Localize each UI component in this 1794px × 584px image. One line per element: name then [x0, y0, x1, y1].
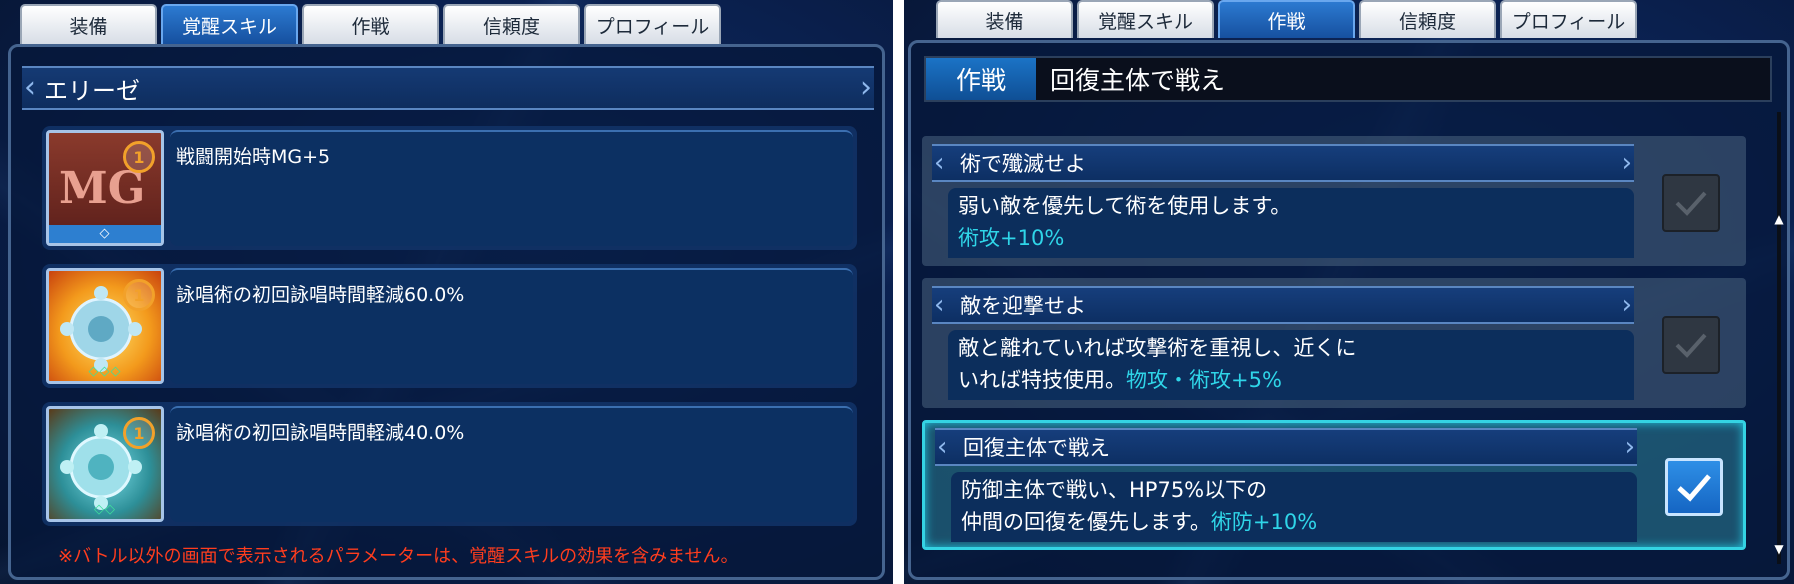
- level-badge: 1: [123, 279, 155, 311]
- skill-row: 1 ◇◇ 詠唱術の初回詠唱時間軽減40.0%: [42, 402, 857, 526]
- character-name-bar[interactable]: ‹ エリーゼ ›: [22, 66, 874, 110]
- skill-description: 詠唱術の初回詠唱時間軽減60.0%: [170, 268, 853, 384]
- tab-awakening-skill[interactable]: 覚醒スキル: [161, 4, 298, 44]
- awakening-skill-panel: 装備 覚醒スキル 作戦 信頼度 プロフィール ‹ エリーゼ › MG 1 ◇ 戦…: [0, 0, 893, 584]
- tab-strategy[interactable]: 作戦: [1218, 0, 1355, 38]
- chevron-left-icon: ‹: [937, 432, 948, 462]
- strategy-value: 回復主体で戦え: [1050, 66, 1226, 95]
- strategy-option[interactable]: ‹ 術で殲滅せよ › 弱い敵を優先して術を使用します。 術攻+10%: [922, 136, 1746, 266]
- skill-row: MG 1 ◇ 戦闘開始時MG+5: [42, 126, 857, 250]
- option-desc-line: 敵と離れていれば攻撃術を重視し、近くに: [958, 336, 1357, 360]
- scroll-track: [1777, 112, 1781, 564]
- level-badge: 1: [123, 417, 155, 449]
- option-description: 弱い敵を優先して術を使用します。 術攻+10%: [948, 188, 1634, 258]
- chevron-right-icon: ›: [1621, 148, 1632, 178]
- option-title-text: 敵を迎撃せよ: [960, 294, 1086, 318]
- current-strategy-bar: 作戦 回復主体で戦え: [924, 56, 1772, 102]
- option-desc-line: 弱い敵を優先して術を使用します。: [958, 194, 1292, 218]
- tab-equipment[interactable]: 装備: [20, 4, 157, 44]
- tab-profile[interactable]: プロフィール: [584, 4, 721, 44]
- strategy-panel: 装備 覚醒スキル 作戦 信頼度 プロフィール 作戦 回復主体で戦え ‹ 術で殲滅…: [904, 0, 1794, 584]
- tab-trust[interactable]: 信頼度: [443, 4, 580, 44]
- option-title: ‹ 術で殲滅せよ ›: [932, 144, 1634, 182]
- option-title-text: 回復主体で戦え: [963, 436, 1110, 460]
- tab-profile[interactable]: プロフィール: [1500, 0, 1637, 38]
- skill-description: 戦闘開始時MG+5: [170, 130, 853, 246]
- strategy-label: 作戦: [926, 58, 1036, 100]
- chevron-left-icon[interactable]: ‹: [24, 73, 36, 103]
- rank-gems: ◇: [99, 226, 111, 241]
- chevron-right-icon: ›: [1624, 432, 1635, 462]
- option-desc-line: 仲間の回復を優先します。: [961, 510, 1211, 534]
- option-desc-line: いれば特技使用。: [958, 368, 1126, 392]
- level-badge: 1: [123, 141, 155, 173]
- tab-strategy[interactable]: 作戦: [302, 4, 439, 44]
- skill-description: 詠唱術の初回詠唱時間軽減40.0%: [170, 406, 853, 522]
- scroll-up-icon[interactable]: ▲: [1772, 212, 1786, 232]
- option-checkbox[interactable]: [1665, 458, 1723, 516]
- scroll-down-icon[interactable]: ▼: [1772, 542, 1786, 562]
- awakening-notice: ※バトル以外の画面で表示されるパラメーターは、覚醒スキルの効果を含みません。: [58, 546, 739, 567]
- strategy-option-selected[interactable]: ‹ 回復主体で戦え › 防御主体で戦い、HP75%以下の 仲間の回復を優先します…: [922, 420, 1746, 550]
- tab-awakening-skill[interactable]: 覚醒スキル: [1077, 0, 1214, 38]
- option-checkbox[interactable]: [1662, 316, 1720, 374]
- option-checkbox[interactable]: [1662, 174, 1720, 232]
- strategy-option[interactable]: ‹ 敵を迎撃せよ › 敵と離れていれば攻撃術を重視し、近くに いれば特技使用。物…: [922, 278, 1746, 408]
- tab-bar: 装備 覚醒スキル 作戦 信頼度 プロフィール: [936, 0, 1637, 38]
- option-title-text: 術で殲滅せよ: [960, 152, 1086, 176]
- chevron-left-icon: ‹: [934, 290, 945, 320]
- mg-heart-icon: MG 1 ◇: [46, 130, 164, 246]
- chant-gear-icon: 1 ◇◇◇: [46, 268, 164, 384]
- skill-row: 1 ◇◇◇ 詠唱術の初回詠唱時間軽減60.0%: [42, 264, 857, 388]
- rank-gems: ◇◇: [94, 502, 116, 517]
- tab-trust[interactable]: 信頼度: [1359, 0, 1496, 38]
- tab-equipment[interactable]: 装備: [936, 0, 1073, 38]
- character-name: エリーゼ: [44, 76, 140, 105]
- check-icon: [1675, 333, 1707, 358]
- option-desc-line: 防御主体で戦い、HP75%以下の: [961, 478, 1268, 502]
- scrollbar[interactable]: ▲ ▼: [1772, 112, 1786, 564]
- option-title: ‹ 敵を迎撃せよ ›: [932, 286, 1634, 324]
- chevron-left-icon: ‹: [934, 148, 945, 178]
- chevron-right-icon: ›: [1621, 290, 1632, 320]
- option-description: 敵と離れていれば攻撃術を重視し、近くに いれば特技使用。物攻・術攻+5%: [948, 330, 1634, 400]
- option-title: ‹ 回復主体で戦え ›: [935, 428, 1637, 466]
- option-effect: 術攻+10%: [958, 226, 1065, 250]
- option-effect: 術防+10%: [1210, 510, 1318, 534]
- check-icon: [1675, 191, 1707, 216]
- option-description: 防御主体で戦い、HP75%以下の 仲間の回復を優先します。術防+10%: [951, 472, 1637, 542]
- chant-gear-icon: 1 ◇◇: [46, 406, 164, 522]
- rank-gems: ◇◇◇: [88, 364, 122, 379]
- option-effect: 物攻・術攻+5%: [1126, 368, 1282, 392]
- tab-bar: 装備 覚醒スキル 作戦 信頼度 プロフィール: [20, 4, 721, 44]
- check-icon: [1677, 474, 1711, 502]
- chevron-right-icon[interactable]: ›: [860, 73, 872, 103]
